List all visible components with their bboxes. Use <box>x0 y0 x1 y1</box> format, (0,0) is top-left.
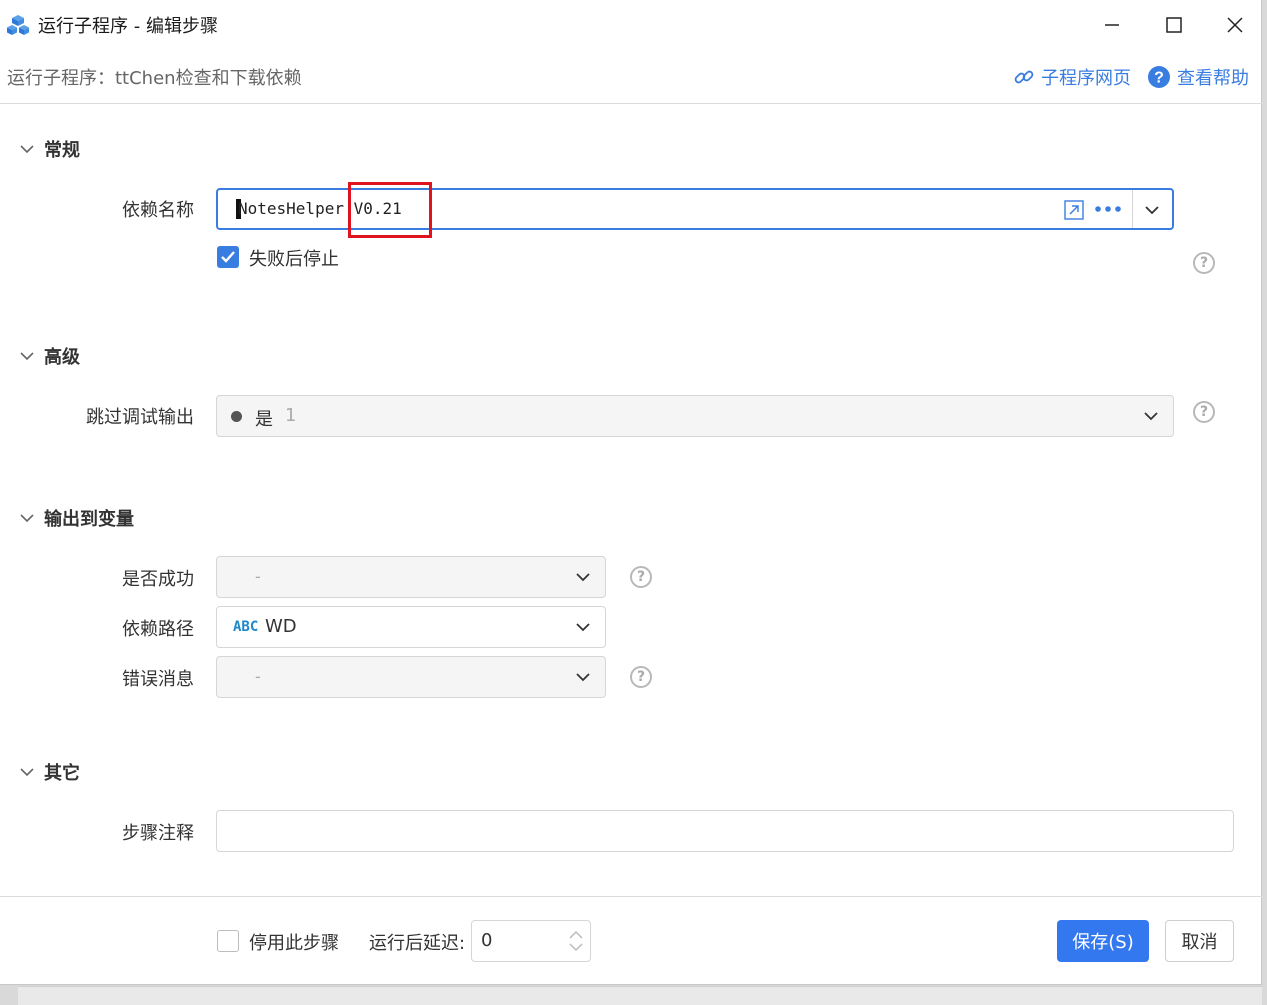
error-message-select[interactable]: - <box>216 656 606 698</box>
cancel-button[interactable]: 取消 <box>1165 920 1234 962</box>
section-advanced[interactable]: 高级 <box>18 343 80 369</box>
section-general-title: 常规 <box>44 140 80 161</box>
chevron-down-icon <box>20 768 34 777</box>
chevron-down-icon <box>576 573 590 582</box>
subprogram-page-link-label: 子程序网页 <box>1041 68 1131 89</box>
stepper-arrows-icon[interactable] <box>568 929 584 953</box>
chevron-down-icon <box>576 673 590 682</box>
title-bar: 运行子程序 - 编辑步骤 <box>0 0 1261 50</box>
help-circle-icon: ? <box>1148 66 1170 88</box>
skip-debug-label: 跳过调试输出 <box>86 407 194 428</box>
dependency-name-label: 依赖名称 <box>122 200 194 221</box>
header-divider <box>0 103 1262 104</box>
disable-step-label: 停用此步骤 <box>249 933 339 954</box>
minimize-icon <box>1105 24 1119 26</box>
chevron-down-icon[interactable] <box>1143 201 1161 219</box>
success-variable-value: - <box>255 567 261 586</box>
help-link-label: 查看帮助 <box>1177 68 1249 89</box>
step-comment-label: 步骤注释 <box>122 823 194 844</box>
window-title: 运行子程序 - 编辑步骤 <box>38 16 218 37</box>
delay-stepper[interactable]: 0 <box>471 920 591 962</box>
skip-debug-number: 1 <box>285 405 297 426</box>
stop-on-fail-checkbox[interactable] <box>217 246 239 268</box>
close-icon <box>1227 17 1243 33</box>
text-type-icon: ABC <box>233 619 259 635</box>
section-other-title: 其它 <box>44 763 80 784</box>
question-icon[interactable]: ? <box>630 666 652 688</box>
stop-on-fail-label: 失败后停止 <box>249 249 339 270</box>
footer-divider <box>0 896 1262 897</box>
field-separator <box>1132 190 1133 228</box>
subprogram-subtitle: 运行子程序：ttChen检查和下载依赖 <box>7 68 302 89</box>
error-message-label: 错误消息 <box>122 669 194 690</box>
skip-debug-value: 是 <box>255 409 273 430</box>
section-general[interactable]: 常规 <box>18 136 80 162</box>
question-icon[interactable]: ? <box>1193 252 1215 274</box>
step-comment-input[interactable] <box>216 810 1234 852</box>
chevron-down-icon <box>1144 412 1158 421</box>
app-cubes-icon <box>7 15 29 35</box>
section-advanced-title: 高级 <box>44 347 80 368</box>
minimize-button[interactable] <box>1089 6 1135 44</box>
dependency-path-select[interactable]: ABC WD <box>216 606 606 648</box>
more-options-icon[interactable] <box>1094 204 1122 214</box>
section-output[interactable]: 输出到变量 <box>18 505 134 531</box>
link-icon <box>1014 70 1034 84</box>
error-message-value: - <box>255 667 261 686</box>
version-highlight-box <box>348 182 432 238</box>
success-label: 是否成功 <box>122 569 194 590</box>
question-icon[interactable]: ? <box>630 566 652 588</box>
svg-text:?: ? <box>1154 70 1164 87</box>
success-variable-select[interactable]: - <box>216 556 606 598</box>
bullet-dot-icon <box>231 411 242 422</box>
dependency-path-label: 依赖路径 <box>122 619 194 640</box>
delay-value: 0 <box>481 930 493 951</box>
dependency-path-value: WD <box>265 616 297 637</box>
subprogram-page-link[interactable]: 子程序网页 <box>1013 64 1131 90</box>
close-button[interactable] <box>1212 6 1258 44</box>
disable-step-checkbox[interactable] <box>217 930 239 952</box>
question-icon[interactable]: ? <box>1193 401 1215 423</box>
maximize-icon <box>1166 17 1182 33</box>
dialog-window: 运行子程序 - 编辑步骤 运行子程序：ttChen检查和下载依赖 子程序网页 ?… <box>0 0 1262 985</box>
chevron-down-icon <box>20 145 34 154</box>
background-window-strip <box>18 986 1262 1005</box>
chevron-down-icon <box>20 514 34 523</box>
save-button[interactable]: 保存(S) <box>1057 920 1149 962</box>
chevron-down-icon <box>576 623 590 632</box>
open-external-icon[interactable] <box>1064 200 1084 220</box>
help-link[interactable]: ? 查看帮助 <box>1147 64 1249 90</box>
chevron-down-icon <box>20 352 34 361</box>
delay-label: 运行后延迟: <box>369 933 466 954</box>
checkmark-icon <box>221 251 235 263</box>
skip-debug-select[interactable]: 是 1 <box>216 395 1174 437</box>
section-output-title: 输出到变量 <box>44 509 134 530</box>
maximize-button[interactable] <box>1151 6 1197 44</box>
section-other[interactable]: 其它 <box>18 759 80 785</box>
